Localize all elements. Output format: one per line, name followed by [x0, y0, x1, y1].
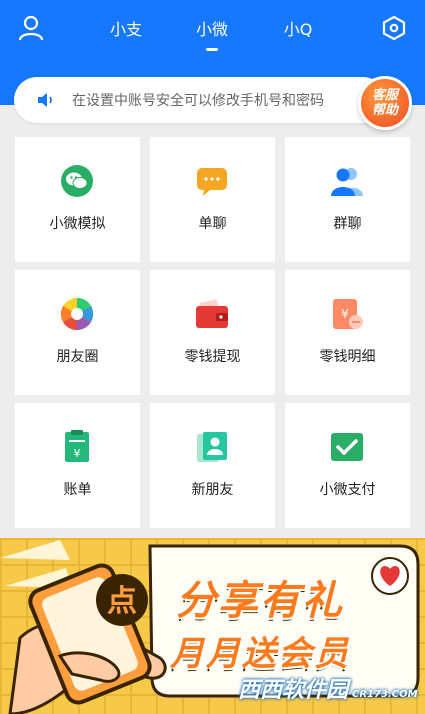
- grid-item-label: 新朋友: [191, 482, 234, 498]
- chat-bubble-icon: [194, 163, 230, 199]
- watermark-text: 西西软件园: [238, 678, 349, 703]
- receipt-yuan-icon: ¥: [329, 296, 365, 332]
- contact-card-icon: [194, 429, 230, 465]
- watermark-small: CR173.COM: [352, 689, 418, 700]
- banner-subtitle: 月月送会员: [170, 634, 350, 674]
- tab-xiaowei[interactable]: 小微: [182, 16, 242, 51]
- speaker-icon: [36, 90, 56, 114]
- grid-item-label: 小微模拟: [49, 216, 106, 232]
- tab-label: 小微: [195, 20, 228, 39]
- group-users-icon: [329, 163, 365, 199]
- grid-item-label: 朋友圈: [56, 349, 99, 365]
- grid-item-new-friends[interactable]: 新朋友: [150, 403, 275, 528]
- tab-underline: [206, 48, 218, 51]
- grid-item-xiaowei-pay[interactable]: 小微支付: [285, 403, 410, 528]
- aperture-icon: [59, 296, 95, 332]
- wechat-icon: [59, 163, 95, 199]
- notice-text: 在设置中账号安全可以修改手机号和密码: [72, 93, 324, 109]
- customer-service-button[interactable]: 客服 帮助: [358, 76, 412, 130]
- help-badge-line1: 客服: [371, 88, 398, 103]
- wallet-icon: [194, 296, 230, 332]
- grid-item-withdraw[interactable]: 零钱提现: [150, 270, 275, 395]
- tab-label: 小Q: [283, 20, 313, 39]
- grid-item-group-chat[interactable]: 群聊: [285, 137, 410, 262]
- tab-xiaoq[interactable]: 小Q: [268, 16, 328, 51]
- tab-label: 小支: [109, 20, 142, 39]
- grid-item-change-details[interactable]: ¥ 零钱明细: [285, 270, 410, 395]
- grid-item-label: 单聊: [198, 216, 227, 232]
- grid-item-label: 小微支付: [319, 482, 376, 498]
- bill-icon: ¥: [59, 429, 95, 465]
- settings-hexagon-icon[interactable]: [380, 14, 408, 42]
- grid-item-moments[interactable]: 朋友圈: [15, 270, 140, 395]
- banner-title: 分享有礼: [176, 578, 344, 624]
- pay-check-icon: [329, 429, 365, 465]
- top-tabs: 小支 小微 小Q: [0, 16, 425, 56]
- promo-banner[interactable]: 点 分享有礼 月月送会员 西西软件园 CR173.COM: [0, 538, 425, 714]
- grid-item-label: 账单: [63, 482, 92, 498]
- grid-item-label: 群聊: [333, 216, 362, 232]
- notice-bar[interactable]: 在设置中账号安全可以修改手机号和密码: [14, 77, 386, 123]
- phone-char: 点: [107, 584, 137, 619]
- help-badge-line2: 帮助: [371, 103, 398, 118]
- svg-text:¥: ¥: [341, 307, 349, 321]
- grid-item-single-chat[interactable]: 单聊: [150, 137, 275, 262]
- grid-item-label: 零钱明细: [319, 349, 376, 365]
- svg-text:¥: ¥: [74, 447, 81, 460]
- grid-item-bill[interactable]: ¥ 账单: [15, 403, 140, 528]
- grid-item-label: 零钱提现: [184, 349, 241, 365]
- watermark: 西西软件园 CR173.COM: [238, 672, 418, 704]
- grid-item-xiaowei-sim[interactable]: 小微模拟: [15, 137, 140, 262]
- tab-xiaozhi[interactable]: 小支: [96, 16, 156, 51]
